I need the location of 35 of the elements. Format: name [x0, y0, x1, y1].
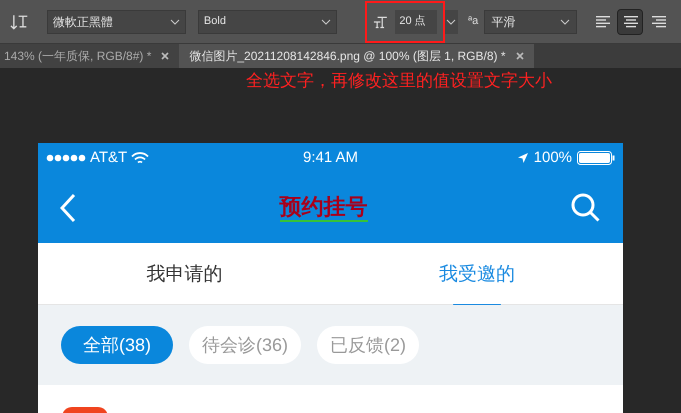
- chevron-down-icon: [320, 18, 331, 24]
- time-label: 9:41 AM: [302, 148, 360, 168]
- signal-dots-icon: [46, 154, 86, 162]
- chevron-down-icon: [560, 18, 570, 24]
- page-title: 预约挂号: [280, 194, 368, 222]
- close-icon[interactable]: [516, 52, 524, 60]
- document-tab[interactable]: 微信图片_20211208142846.png @ 100% (图层 1, RGB/8) *: [179, 44, 534, 68]
- font-style-dropdown[interactable]: Bold: [198, 10, 337, 34]
- tab-title: 微信图片_20211208142846.png @ 100% (图层 1, RGB/8) *: [189, 48, 506, 65]
- location-arrow-icon: [516, 152, 529, 164]
- close-icon[interactable]: [161, 52, 170, 60]
- text-orientation-icon: [10, 12, 30, 30]
- back-chevron-icon[interactable]: [60, 193, 76, 223]
- anti-alias-dropdown[interactable]: 平滑: [484, 10, 577, 34]
- font-size-dropdown-button[interactable]: [444, 10, 458, 34]
- chevron-down-icon: [170, 18, 180, 24]
- annotation-text: 全选文字，再修改这里的值设置文字大小: [246, 70, 552, 92]
- battery-label: 100%: [534, 148, 572, 168]
- align-lines-icon: [622, 14, 638, 28]
- carrier-label: AT&T: [90, 148, 128, 168]
- wifi-icon: [131, 152, 150, 164]
- align-lines-icon: [594, 14, 610, 28]
- battery-icon: [577, 151, 616, 165]
- font-family-dropdown[interactable]: 微軟正黑體: [47, 10, 186, 34]
- segment-tab[interactable]: 我申请的: [38, 243, 330, 304]
- chevron-down-icon: [446, 18, 456, 24]
- filter-chip[interactable]: 全部(38): [61, 326, 174, 364]
- align-lines-icon: [650, 14, 666, 28]
- segment-tab[interactable]: 我受邀的: [330, 243, 623, 304]
- font-size-field[interactable]: 20 点: [395, 10, 437, 34]
- anti-alias-label: ªa: [468, 14, 478, 30]
- document-tab[interactable]: 143% (一年质保, RGB/8#) *: [0, 44, 180, 68]
- tab-title: 143% (一年质保, RGB/8#) *: [4, 48, 152, 65]
- search-icon[interactable]: [571, 193, 601, 223]
- text-align-button[interactable]: [617, 8, 643, 34]
